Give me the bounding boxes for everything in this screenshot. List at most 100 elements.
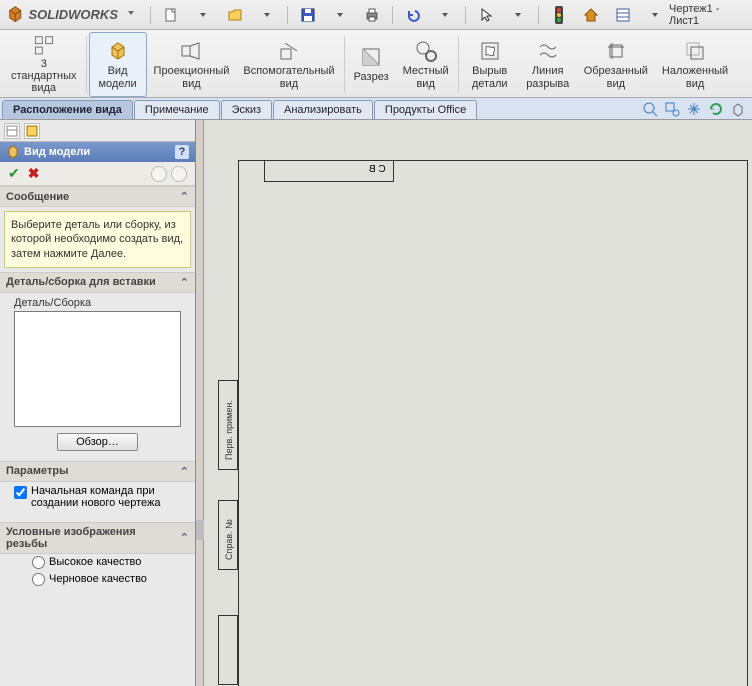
overlay-view-button[interactable]: Наложенный вид (655, 32, 735, 97)
zoom-area-icon[interactable] (664, 101, 680, 117)
thread-hi-label: Высокое качество (49, 556, 141, 568)
new-file-button[interactable] (157, 4, 185, 26)
part-section-label: Деталь/сборка для вставки (6, 276, 156, 288)
section-view-label: Разрез (354, 71, 389, 83)
start-command-checkbox-row: Начальная команда при создании нового че… (0, 482, 195, 512)
panel-header-icon (6, 144, 20, 161)
open-file-dropdown[interactable] (253, 4, 281, 26)
confirm-row: ✔ ✖ (0, 162, 195, 186)
left-panel-tabs (0, 120, 195, 142)
stamp-label-1: Перв. примен. (224, 400, 234, 460)
save-dropdown[interactable] (326, 4, 354, 26)
chevron-up-icon: ⌃ (180, 276, 189, 289)
home-icon[interactable] (577, 4, 605, 26)
help-button[interactable]: ? (175, 145, 189, 159)
ribbon: 3 стандартных вида Вид модели Проекционн… (0, 30, 752, 98)
sheet-border (238, 160, 748, 686)
options-dropdown[interactable] (641, 4, 669, 26)
new-file-dropdown[interactable] (189, 4, 217, 26)
view-tools (636, 99, 752, 119)
browse-button[interactable]: Обзор… (57, 433, 138, 451)
standard-views-label: 3 стандартных вида (11, 58, 77, 94)
part-section-header[interactable]: Деталь/сборка для вставки ⌃ (0, 272, 195, 293)
tab-view-layout[interactable]: Расположение вида (2, 100, 133, 119)
print-button[interactable] (358, 4, 386, 26)
crop-view-button[interactable]: Обрезанный вид (577, 32, 655, 97)
detail-view-label: Местный вид (403, 65, 449, 89)
panel-title: Вид модели (24, 146, 90, 158)
start-command-checkbox[interactable] (14, 486, 27, 499)
params-section-label: Параметры (6, 465, 68, 477)
command-tabs: Расположение вида Примечание Эскиз Анали… (0, 98, 752, 120)
chevron-up-icon: ⌃ (180, 465, 189, 478)
message-section-label: Сообщение (6, 191, 69, 203)
property-manager-tab-icon[interactable] (24, 123, 40, 139)
select-button[interactable] (472, 4, 500, 26)
ok-icon[interactable]: ✔ (8, 165, 20, 182)
chevron-up-icon: ⌃ (180, 190, 189, 203)
auxiliary-view-button[interactable]: Вспомогательный вид (236, 32, 341, 97)
thread-draft-label: Черновое качество (49, 573, 147, 585)
redraw-icon[interactable] (708, 101, 724, 117)
overlay-view-label: Наложенный вид (662, 65, 728, 89)
detail-view-button[interactable]: Местный вид (396, 32, 456, 97)
part-listbox[interactable] (14, 311, 181, 427)
standard-views-button[interactable]: 3 стандартных вида (4, 32, 84, 97)
params-section-header[interactable]: Параметры ⌃ (0, 461, 195, 482)
chevron-up-icon: ⌃ (180, 531, 189, 544)
document-title: Чертеж1 - Лист1 (669, 3, 746, 27)
part-label: Деталь/Сборка (0, 293, 195, 311)
start-command-label: Начальная команда при создании нового че… (31, 485, 187, 509)
feature-tree-tab-icon[interactable] (4, 123, 20, 139)
breakout-label: Вырыв детали (472, 65, 508, 89)
select-dropdown[interactable] (504, 4, 532, 26)
thread-draft-row: Черновое качество (0, 571, 195, 588)
crop-view-label: Обрезанный вид (584, 65, 648, 89)
message-body: Выберите деталь или сборку, из которой н… (4, 211, 191, 268)
model-view-label: Вид модели (98, 65, 136, 89)
model-view-button[interactable]: Вид модели (89, 32, 147, 97)
message-section-header[interactable]: Сообщение ⌃ (0, 186, 195, 207)
thread-section-header[interactable]: Условные изображения резьбы ⌃ (0, 522, 195, 554)
main-area: Вид модели ? ✔ ✖ Сообщение ⌃ Выберите де… (0, 120, 752, 686)
open-file-button[interactable] (221, 4, 249, 26)
undo-button[interactable] (399, 4, 427, 26)
thread-section-label: Условные изображения резьбы (6, 526, 180, 550)
break-line-label: Линия разрыва (526, 65, 569, 89)
zoom-fit-icon[interactable] (642, 101, 658, 117)
thread-draft-radio[interactable] (32, 573, 45, 586)
thread-hi-radio[interactable] (32, 556, 45, 569)
stamp-text: С В (369, 164, 386, 175)
auxiliary-view-label: Вспомогательный вид (243, 65, 334, 89)
tab-annotation[interactable]: Примечание (134, 100, 220, 119)
break-line-button[interactable]: Линия разрыва (519, 32, 577, 97)
projected-view-button[interactable]: Проекционный вид (147, 32, 237, 97)
cancel-icon[interactable]: ✖ (28, 165, 40, 182)
splitter-grip-icon (196, 520, 204, 540)
splitter[interactable] (196, 120, 204, 686)
options-button[interactable] (609, 4, 637, 26)
breakout-button[interactable]: Вырыв детали (461, 32, 519, 97)
stamp-label-2: Справ. № (224, 519, 234, 560)
tab-office[interactable]: Продукты Office (374, 100, 477, 119)
undo-dropdown[interactable] (431, 4, 459, 26)
quick-access-toolbar (148, 4, 669, 26)
prev-arrow-icon[interactable] (151, 166, 167, 182)
display-style-icon[interactable] (730, 101, 746, 117)
app-logo-text: SOLIDWORKS (28, 7, 118, 22)
property-manager-panel: Вид модели ? ✔ ✖ Сообщение ⌃ Выберите де… (0, 120, 196, 686)
next-arrow-icon[interactable] (171, 166, 187, 182)
left-stamp-3 (218, 615, 238, 685)
save-button[interactable] (294, 4, 322, 26)
flyout-icon[interactable] (124, 8, 136, 21)
tab-evaluate[interactable]: Анализировать (273, 100, 373, 119)
titlebar: SOLIDWORKS Чертеж1 - Лист1 (0, 0, 752, 30)
thread-hi-row: Высокое качество (0, 554, 195, 571)
traffic-light-icon[interactable] (545, 4, 573, 26)
section-view-button[interactable]: Разрез (347, 32, 396, 97)
tab-sketch[interactable]: Эскиз (221, 100, 272, 119)
projected-view-label: Проекционный вид (154, 65, 230, 89)
app-logo-icon (6, 5, 24, 25)
pan-icon[interactable] (686, 101, 702, 117)
drawing-canvas[interactable]: С В Перв. примен. Справ. № (204, 120, 752, 686)
